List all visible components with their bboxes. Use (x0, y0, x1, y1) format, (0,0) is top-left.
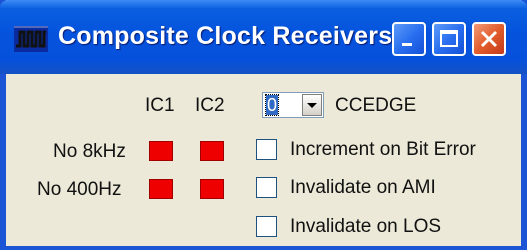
close-button[interactable] (472, 22, 506, 56)
ccedge-label: CCEDGE (335, 95, 417, 116)
ic2-no-400hz-indicator (200, 179, 224, 199)
maximize-icon (440, 30, 458, 47)
invalidate-on-los-label: Invalidate on LOS (290, 216, 442, 237)
minimize-button[interactable] (392, 22, 426, 56)
column-header-ic1: IC1 (145, 95, 175, 116)
chevron-down-icon (307, 103, 317, 108)
invalidate-on-los-checkbox[interactable] (256, 216, 277, 237)
ccedge-value: 0 (264, 94, 280, 116)
dropdown-button[interactable] (302, 94, 322, 116)
ic1-no-400hz-indicator (149, 179, 173, 199)
row-label-no-400hz: No 400Hz (37, 179, 122, 200)
window-title: Composite Clock Receivers (58, 22, 393, 50)
ccedge-dropdown[interactable]: 0 (262, 92, 324, 118)
minimize-icon (402, 43, 412, 46)
title-bar[interactable]: Composite Clock Receivers (0, 0, 527, 74)
invalidate-on-ami-checkbox[interactable] (256, 177, 277, 198)
row-label-no-8khz: No 8kHz (53, 141, 126, 162)
increment-on-bit-error-checkbox[interactable] (256, 139, 277, 160)
column-header-ic2: IC2 (195, 95, 225, 116)
waveform-icon (14, 26, 48, 52)
close-icon (480, 30, 498, 48)
composite-clock-receivers-window: Composite Clock Receivers IC1 IC2 0 CCED… (0, 0, 527, 250)
increment-on-bit-error-label: Increment on Bit Error (290, 139, 476, 160)
ic1-no-8khz-indicator (149, 141, 173, 161)
ic2-no-8khz-indicator (200, 141, 224, 161)
maximize-button[interactable] (432, 22, 466, 56)
invalidate-on-ami-label: Invalidate on AMI (290, 177, 436, 198)
